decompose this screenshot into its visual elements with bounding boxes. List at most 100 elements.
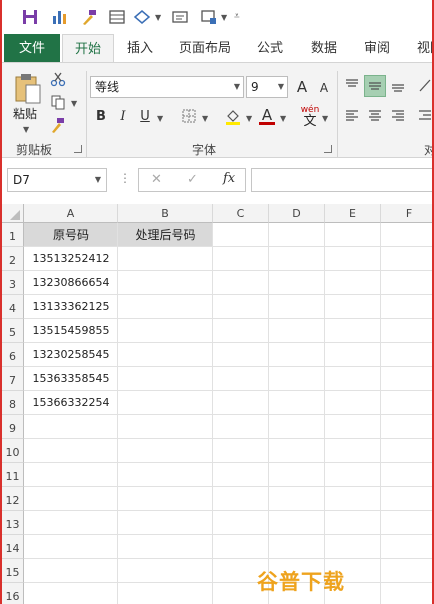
cancel-icon[interactable]: ✕ [151,172,162,187]
name-box-value: D7 [13,173,30,187]
row-header[interactable]: 12 [2,487,24,511]
chevron-down-icon[interactable]: ▼ [221,13,227,22]
row-header[interactable]: 7 [2,367,24,391]
row-header[interactable]: 4 [2,295,24,319]
chevron-down-icon[interactable]: ▼ [322,114,328,123]
tab-view[interactable]: 视图 [410,34,432,63]
chevron-down-icon[interactable]: ▼ [157,114,163,123]
format-painter-icon[interactable] [80,8,98,26]
align-middle-icon[interactable] [364,75,386,97]
tab-review[interactable]: 审阅 [357,34,397,63]
textbox-icon[interactable] [171,8,189,26]
phone-number-cell[interactable]: 15366332254 [24,391,118,415]
column-header-a[interactable]: A [24,204,118,223]
column-header-c[interactable]: C [213,204,269,223]
column-header-e[interactable]: E [325,204,381,223]
row-header[interactable]: 10 [2,439,24,463]
grip-icon[interactable]: ⋮ [119,171,131,185]
phone-number-cell[interactable]: 15363358545 [24,367,118,391]
phone-number-cell[interactable]: 13133362125 [24,295,118,319]
phone-number-cell[interactable]: 13230866654 [24,271,118,295]
row-header[interactable]: 5 [2,319,24,343]
chevron-down-icon[interactable]: ▼ [280,114,286,123]
paste-icon[interactable] [11,71,45,107]
phonetic-button[interactable]: wén 文 [298,106,322,129]
name-box[interactable]: D7 ▼ [7,168,107,192]
row-header[interactable]: 2 [2,247,24,271]
row-header[interactable]: 6 [2,343,24,367]
screen-icon[interactable] [200,8,218,26]
font-size-select[interactable]: 9 ▼ [246,76,288,98]
dialog-launcher-icon[interactable] [74,145,82,153]
tab-page-layout[interactable]: 页面布局 [174,34,236,63]
clipboard-group-label: 剪贴板 [16,143,53,157]
align-center-icon[interactable] [364,106,386,128]
align-left-icon[interactable] [341,106,363,128]
customize-toolbar-icon[interactable]: ⩡ [234,11,240,22]
row-header[interactable]: 1 [2,223,24,247]
cut-icon[interactable] [47,69,69,91]
row-gridline [24,582,432,583]
format-painter-icon[interactable] [47,115,69,137]
shape-icon[interactable] [133,8,151,26]
row-header[interactable]: 8 [2,391,24,415]
align-top-icon[interactable] [341,75,363,97]
cell-a1[interactable]: 原号码 [24,223,118,247]
column-gridline [324,223,325,604]
phone-number-cell[interactable]: 13515459855 [24,319,118,343]
row-header[interactable]: 14 [2,535,24,559]
chevron-down-icon[interactable]: ▼ [71,99,77,108]
table-icon[interactable] [108,8,126,26]
grow-font-button[interactable]: A [291,76,313,98]
row-header[interactable]: 16 [2,583,24,604]
watermark-logo: 谷普下载 [257,570,345,594]
font-name-select[interactable]: 等线 ▼ [90,76,244,98]
align-bottom-icon[interactable] [387,75,409,97]
phonetic-bottom: 文 [303,114,317,129]
column-gridline [117,223,118,604]
tab-formulas[interactable]: 公式 [250,34,290,63]
bold-button[interactable]: B [90,106,112,128]
borders-icon[interactable] [178,106,200,128]
dialog-launcher-icon[interactable] [324,145,332,153]
tab-home[interactable]: 开始 [62,34,114,63]
enter-icon[interactable]: ✓ [187,172,198,187]
column-header-d[interactable]: D [269,204,325,223]
font-color-button[interactable]: A [256,104,278,126]
formula-input[interactable] [251,168,432,192]
chevron-down-icon[interactable]: ▼ [23,125,29,134]
tab-insert[interactable]: 插入 [120,34,160,63]
row-header[interactable]: 15 [2,559,24,583]
tab-file[interactable]: 文件 [4,34,60,63]
save-icon[interactable] [21,8,39,26]
column-header-f[interactable]: F [381,204,432,223]
fill-color-icon[interactable] [222,106,244,128]
chevron-down-icon[interactable]: ▼ [246,114,252,123]
tab-data[interactable]: 数据 [304,34,344,63]
select-all-corner[interactable] [2,204,24,223]
chevron-down-icon[interactable]: ▼ [202,114,208,123]
row-header[interactable]: 13 [2,511,24,535]
orientation-icon[interactable] [414,75,432,97]
chevron-down-icon[interactable]: ▼ [155,13,161,22]
row-gridline [24,438,432,439]
chart-icon[interactable] [51,8,69,26]
align-right-icon[interactable] [387,106,409,128]
phone-number-cell[interactable]: 13230258545 [24,343,118,367]
divider [337,71,338,157]
column-header-b[interactable]: B [118,204,213,223]
paste-label[interactable]: 粘贴 [13,105,37,122]
italic-button[interactable]: I [112,106,134,128]
row-header[interactable]: 11 [2,463,24,487]
copy-icon[interactable] [47,92,69,114]
cell-b1[interactable]: 处理后号码 [118,223,213,247]
indent-icon[interactable] [414,106,432,128]
insert-function-icon[interactable]: fx [223,171,235,186]
shrink-font-button[interactable]: A [313,77,335,99]
row-header[interactable]: 3 [2,271,24,295]
row-header[interactable]: 9 [2,415,24,439]
row-gridline [24,390,432,391]
underline-button[interactable]: U [134,106,156,128]
phone-number-cell[interactable]: 13513252412 [24,247,118,271]
row-gridline [24,270,432,271]
